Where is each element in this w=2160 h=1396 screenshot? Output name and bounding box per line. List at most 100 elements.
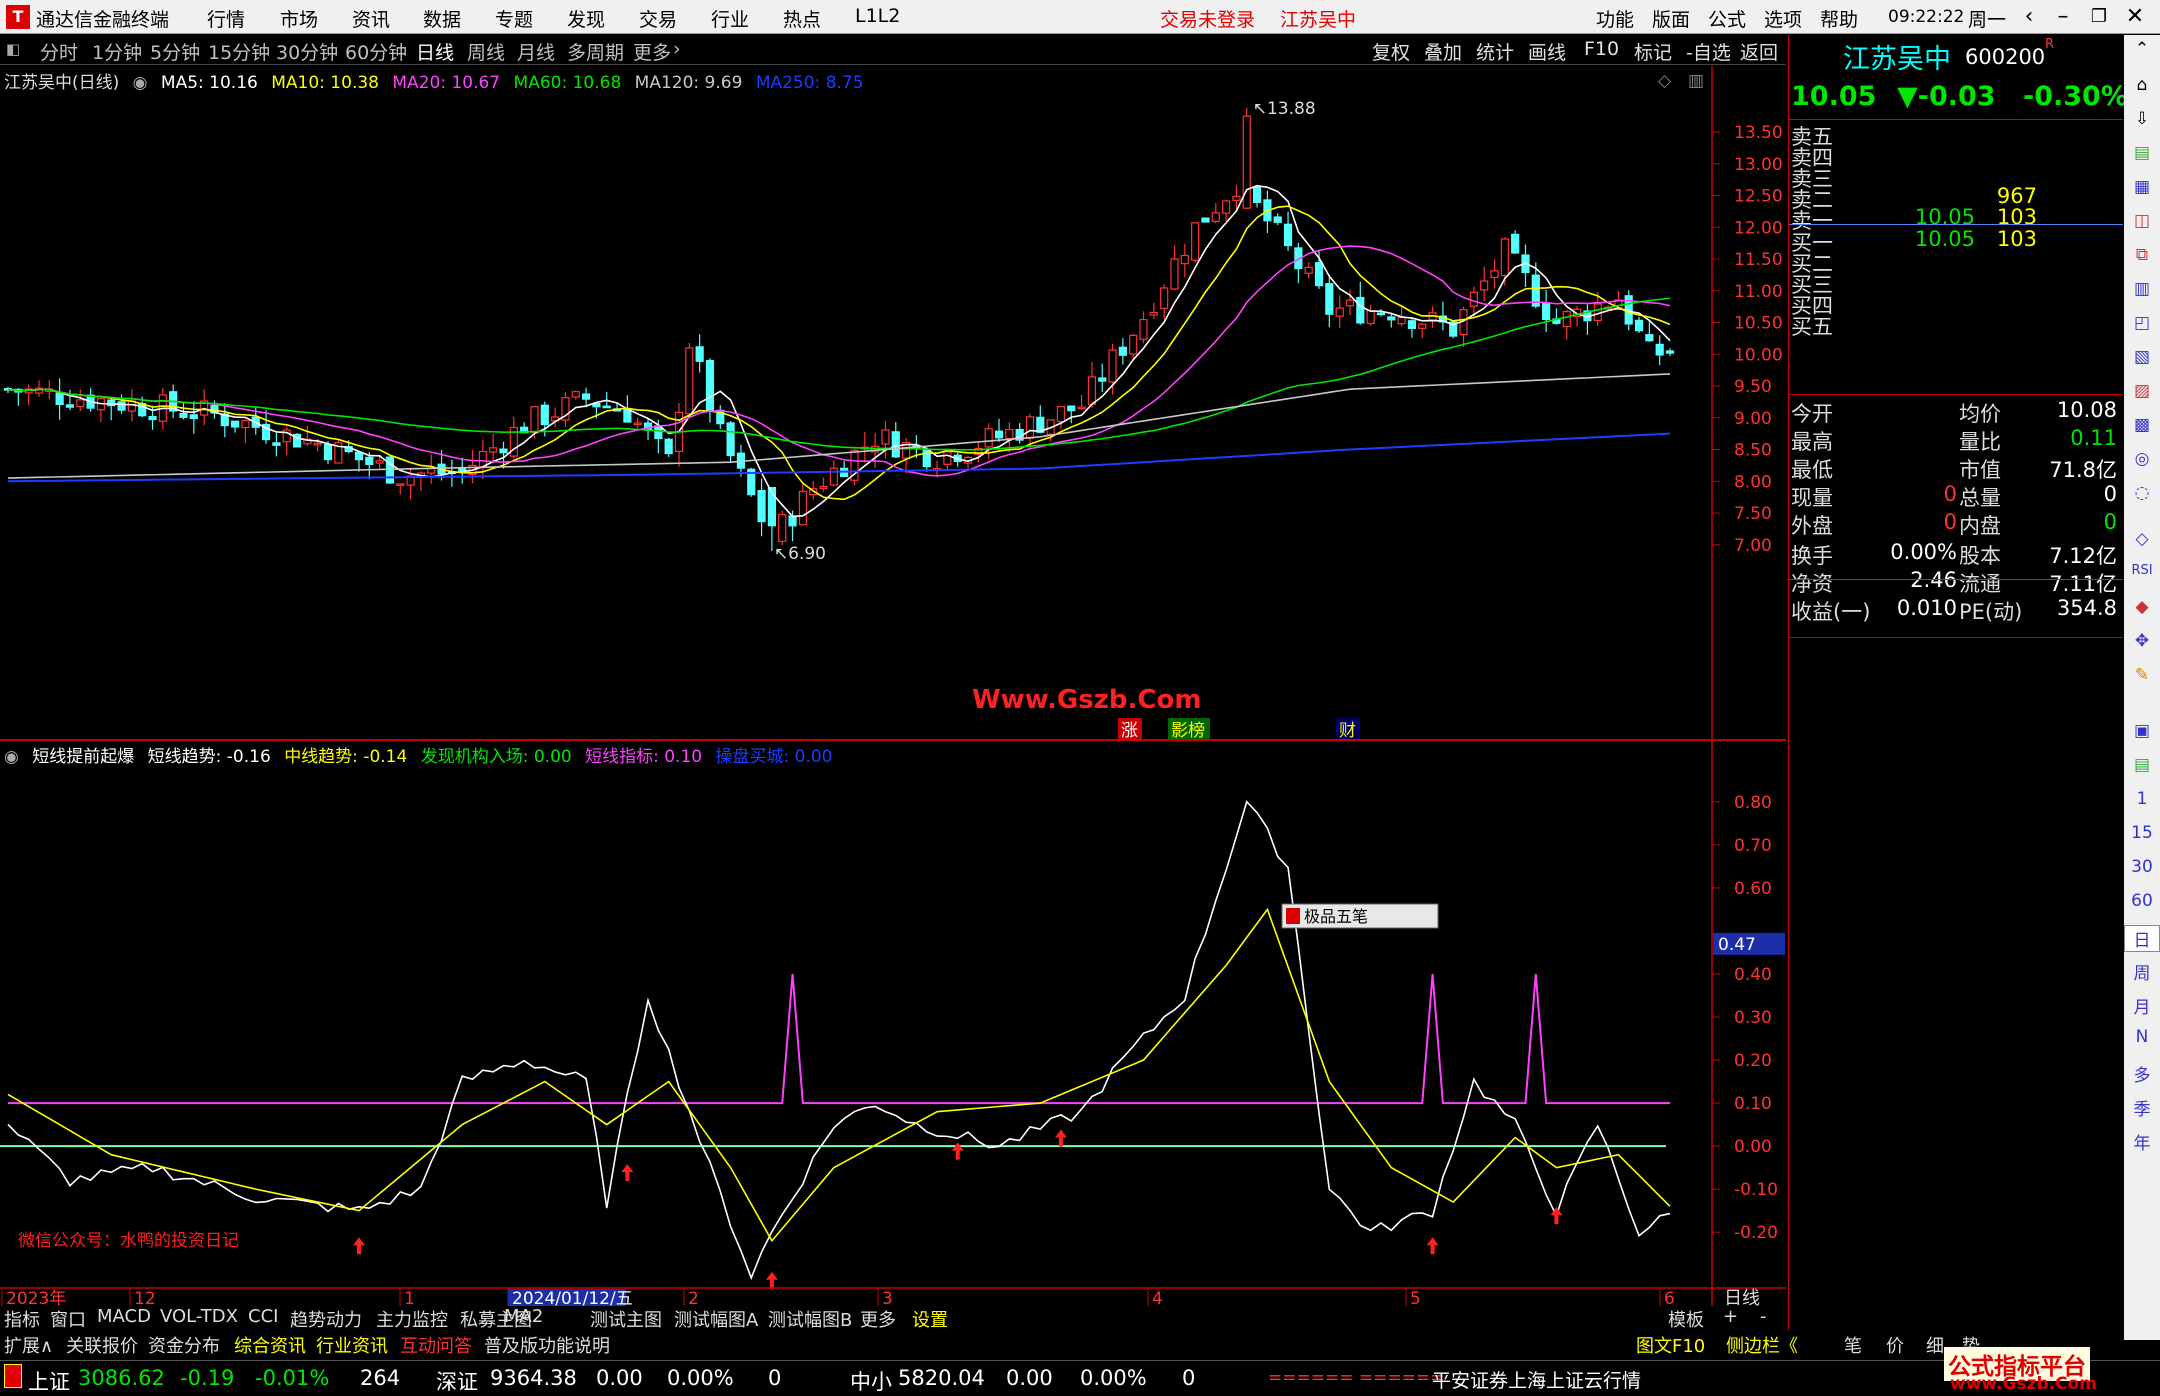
menu-trade[interactable]: 交易 xyxy=(639,5,677,32)
home-icon[interactable]: ⌂ xyxy=(2124,75,2160,95)
period-year[interactable]: 年 xyxy=(2124,1129,2160,1154)
info-tab[interactable]: 资金分布 xyxy=(148,1332,220,1358)
period-tab-60min[interactable]: 60分钟 xyxy=(345,38,407,65)
finance-icon[interactable]: ▧ xyxy=(2124,347,2160,367)
tool-back-button[interactable]: 返回 xyxy=(1740,38,1778,65)
down-icon[interactable]: ⇩ xyxy=(2124,109,2160,129)
period-tab-15min[interactable]: 15分钟 xyxy=(208,38,270,65)
fs-icon[interactable]: ▩ xyxy=(2124,415,2160,435)
period-60[interactable]: 60 xyxy=(2124,891,2160,911)
panel-tab[interactable]: 价 xyxy=(1886,1332,1904,1358)
period-quarter[interactable]: 季 xyxy=(2124,1095,2160,1120)
panel-tab[interactable]: 图文F10 xyxy=(1636,1332,1705,1358)
period-tab-multi[interactable]: 多周期 xyxy=(567,38,624,65)
period-week[interactable]: 周 xyxy=(2124,959,2160,984)
period-n[interactable]: N xyxy=(2124,1027,2160,1047)
panel-tab[interactable]: 侧边栏《 xyxy=(1726,1332,1798,1358)
info-tab[interactable]: 互动问答 xyxy=(400,1332,472,1358)
news-icon[interactable]: ▥ xyxy=(2124,279,2160,299)
chart-area[interactable]: 7.007.508.008.509.009.5010.0010.5011.001… xyxy=(0,66,1786,1306)
compare-icon[interactable]: ◎ xyxy=(2124,449,2160,469)
fs2-icon[interactable]: ▣ xyxy=(2124,721,2160,741)
close-icon[interactable]: ✕ xyxy=(2118,2,2152,32)
menu-news[interactable]: 资讯 xyxy=(352,5,390,32)
info-tab[interactable]: 扩展∧ xyxy=(4,1332,53,1358)
menu-options[interactable]: 选项 xyxy=(1764,5,1802,32)
info-tab[interactable]: 普及版功能说明 xyxy=(484,1332,610,1358)
period-month[interactable]: 月 xyxy=(2124,993,2160,1018)
period-tab-30min[interactable]: 30分钟 xyxy=(276,38,338,65)
panel-toggle-icon[interactable]: ◧ xyxy=(6,40,20,58)
period-tab-5min[interactable]: 5分钟 xyxy=(150,38,200,65)
rsi-icon[interactable]: RSI xyxy=(2124,563,2160,578)
diamond-icon[interactable]: ◆ xyxy=(2124,597,2160,617)
menu-formula[interactable]: 公式 xyxy=(1708,5,1746,32)
back-arrow-icon[interactable]: ‹ xyxy=(2012,2,2046,32)
restore-icon[interactable]: ❐ xyxy=(2082,2,2116,32)
zx-name[interactable]: 中小 xyxy=(850,1366,892,1396)
indicator-tab[interactable]: 设置 xyxy=(912,1306,948,1332)
tool-stats-button[interactable]: 统计 xyxy=(1476,38,1514,65)
tool-draw-button[interactable]: 画线 xyxy=(1528,38,1566,65)
period-tab-monthly[interactable]: 月线 xyxy=(517,38,555,65)
tool-f10-button[interactable]: F10 xyxy=(1584,38,1619,60)
menu-l1l2[interactable]: L1L2 xyxy=(855,5,900,27)
menu-industry[interactable]: 行业 xyxy=(711,5,749,32)
menu-quotes[interactable]: 行情 xyxy=(207,5,245,32)
menu-data[interactable]: 数据 xyxy=(423,5,461,32)
sz-name[interactable]: 深证 xyxy=(436,1366,478,1396)
menu-hot[interactable]: 热点 xyxy=(783,5,821,32)
remove-window-button[interactable]: - xyxy=(1760,1306,1767,1327)
wave-icon[interactable]: ◇ xyxy=(2124,529,2160,549)
indicator-tab[interactable]: 测试幅图B xyxy=(768,1306,852,1332)
menu-layout[interactable]: 版面 xyxy=(1652,5,1690,32)
indicator-tab[interactable]: 窗口 xyxy=(50,1306,86,1332)
period-day[interactable]: 日 xyxy=(2124,925,2160,952)
period-15[interactable]: 15 xyxy=(2124,823,2160,843)
period-1[interactable]: 1 xyxy=(2124,789,2160,809)
tool-mark-button[interactable]: 标记 xyxy=(1634,38,1672,65)
info-tab[interactable]: 关联报价 xyxy=(66,1332,138,1358)
tool-watchlist-button[interactable]: -自选 xyxy=(1686,38,1731,65)
menu-discover[interactable]: 发现 xyxy=(567,5,605,32)
indicator-tab[interactable]: 指标 xyxy=(4,1306,40,1332)
period-tab-daily[interactable]: 日线 xyxy=(416,38,454,65)
info-tab[interactable]: 综合资讯 xyxy=(234,1332,306,1358)
period-tab-weekly[interactable]: 周线 xyxy=(467,38,505,65)
trade-status[interactable]: 交易未登录 xyxy=(1160,5,1255,32)
line-chart-icon[interactable]: ◫ xyxy=(2124,211,2160,231)
grid-icon[interactable]: ▦ xyxy=(2124,177,2160,197)
kline-icon[interactable]: ⧉ xyxy=(2124,245,2160,265)
move-icon[interactable]: ✥ xyxy=(2124,631,2160,651)
minimize-icon[interactable]: – xyxy=(2046,2,2080,32)
indicator-tab[interactable]: 主力监控 xyxy=(376,1306,448,1332)
period-multi[interactable]: 多 xyxy=(2124,1061,2160,1086)
expand-icon[interactable]: ⌃ xyxy=(2124,39,2160,59)
indicator-tab[interactable]: 测试幅图A xyxy=(674,1306,758,1332)
sh-name[interactable]: 上证 xyxy=(28,1366,70,1396)
menu-market[interactable]: 市场 xyxy=(280,5,318,32)
period-30[interactable]: 30 xyxy=(2124,857,2160,877)
indicator-tab[interactable]: MA2 xyxy=(504,1306,543,1327)
ranking-icon[interactable]: ▨ xyxy=(2124,381,2160,401)
tool-overlay-button[interactable]: 叠加 xyxy=(1424,38,1462,65)
chart2-icon[interactable]: ▤ xyxy=(2124,755,2160,775)
tool-adjust-button[interactable]: 复权 xyxy=(1372,38,1410,65)
info-tab[interactable]: 行业资讯 xyxy=(316,1332,388,1358)
template-button[interactable]: 模板 xyxy=(1668,1306,1704,1332)
menu-topics[interactable]: 专题 xyxy=(495,5,533,32)
panel-tab[interactable]: 笔 xyxy=(1844,1332,1862,1358)
period-tab-intraday[interactable]: 分时 xyxy=(40,38,78,65)
panel-tab[interactable]: 细 xyxy=(1926,1332,1944,1358)
menu-help[interactable]: 帮助 xyxy=(1820,5,1858,32)
menu-function[interactable]: 功能 xyxy=(1596,5,1634,32)
f10-icon[interactable]: ◰ xyxy=(2124,313,2160,333)
pencil-icon[interactable]: ✎ xyxy=(2124,665,2160,685)
indicator-tab[interactable]: MACD xyxy=(97,1306,151,1327)
indicator-tab[interactable]: 更多 xyxy=(860,1306,896,1332)
sub-legend-toggle-icon[interactable]: ◉ xyxy=(4,747,19,767)
indicator-tab[interactable]: 趋势动力 xyxy=(290,1306,362,1332)
chevron-right-icon[interactable]: › xyxy=(673,38,681,60)
period-tab-more[interactable]: 更多 xyxy=(633,38,671,65)
indicator-tab[interactable]: VOL-TDX xyxy=(160,1306,238,1327)
